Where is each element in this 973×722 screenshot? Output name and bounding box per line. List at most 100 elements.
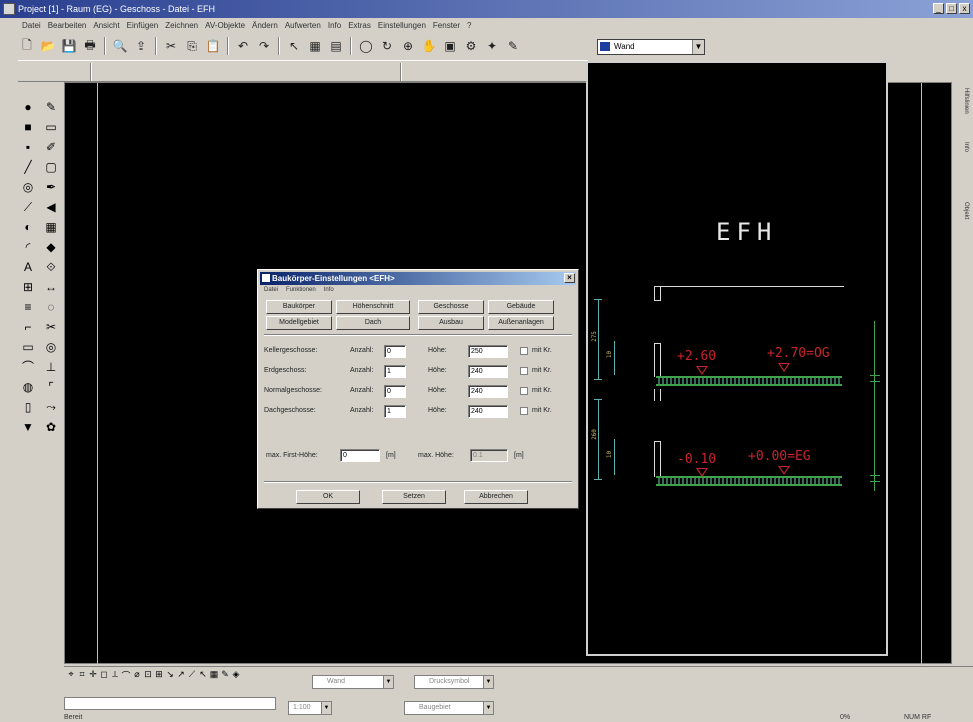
dialog-close-button[interactable]: ×	[564, 273, 575, 283]
chevron-down-icon[interactable]: ▼	[692, 40, 704, 54]
tool-icon[interactable]: ⊞	[18, 278, 38, 297]
tool-icon[interactable]: ◎	[41, 338, 61, 357]
tool-icon[interactable]: ▯	[18, 398, 38, 417]
tool-icon[interactable]: ✒	[41, 178, 61, 197]
chevron-down-icon[interactable]: ▼	[383, 676, 393, 688]
menu-item[interactable]: Ändern	[252, 18, 278, 33]
anzahl-input[interactable]: 0	[384, 385, 406, 398]
snap-icon[interactable]: ↖	[198, 669, 208, 682]
mit-kr-checkbox[interactable]	[520, 367, 528, 375]
tab-ausbau[interactable]: Ausbau	[418, 316, 484, 330]
undo-icon[interactable]: ↶	[234, 37, 252, 55]
ok-button[interactable]: OK	[296, 490, 360, 504]
tool-icon[interactable]: ↔	[41, 278, 61, 297]
tool-icon[interactable]: ▢	[41, 158, 61, 177]
paste-icon[interactable]: 📋	[204, 37, 222, 55]
area-combo[interactable]: Baugebiet ▼	[404, 701, 494, 715]
tool-icon[interactable]: ✿	[41, 418, 61, 437]
view-icon[interactable]: ▣	[441, 37, 459, 55]
snap-icon[interactable]: ⟂	[110, 669, 120, 682]
tab-gebaeude[interactable]: Gebäude	[488, 300, 554, 314]
snap-icon[interactable]: ⌒	[121, 669, 131, 682]
print-symbol-combo[interactable]: Drucksymbol ▼	[414, 675, 494, 689]
snap-icon[interactable]: ⊞	[154, 669, 164, 682]
tool-icon[interactable]: A	[18, 258, 38, 277]
cancel-button[interactable]: Abbrechen	[464, 490, 528, 504]
tool-icon[interactable]: ⟐	[41, 258, 61, 277]
tab-hilfslinien[interactable]: Hilfslinien	[955, 88, 969, 114]
tool-icon[interactable]: ⟋	[18, 198, 38, 217]
snap-icon[interactable]: ◻	[99, 669, 109, 682]
snap-icon[interactable]: ◈	[231, 669, 241, 682]
tool-icon[interactable]: ◎	[18, 178, 38, 197]
snap-icon[interactable]: ▦	[209, 669, 219, 682]
menu-item[interactable]: Extras	[348, 18, 371, 33]
anzahl-input[interactable]: 1	[384, 365, 406, 378]
tool-icon[interactable]: ⌐	[18, 318, 38, 337]
tool-icon[interactable]: ≡	[18, 298, 38, 317]
menu-item[interactable]: Zeichnen	[165, 18, 198, 33]
command-line-input[interactable]	[64, 697, 276, 710]
tool-icon[interactable]: ◐	[18, 218, 38, 237]
tool-icon[interactable]: ⌜	[41, 378, 61, 397]
tool-icon[interactable]: ◆	[41, 238, 61, 257]
tool-icon[interactable]: ╱	[18, 158, 38, 177]
snap-icon[interactable]: ✎	[220, 669, 230, 682]
menu-item[interactable]: Datei	[22, 18, 41, 33]
redo-icon[interactable]: ↷	[255, 37, 273, 55]
hoehe-input[interactable]: 250	[468, 345, 508, 358]
tab-hoehenschnitt[interactable]: Höhenschnitt	[336, 300, 410, 314]
mit-kr-checkbox[interactable]	[520, 387, 528, 395]
chevron-down-icon[interactable]: ▼	[321, 702, 331, 714]
tool-icon[interactable]: ▭	[18, 338, 38, 357]
print-icon[interactable]: 🖶	[81, 37, 99, 55]
chevron-down-icon[interactable]: ▼	[483, 702, 493, 714]
mit-kr-checkbox[interactable]	[520, 407, 528, 415]
snap-icon[interactable]: ⌖	[66, 669, 76, 682]
settings-icon[interactable]: ⚙	[462, 37, 480, 55]
anzahl-input[interactable]: 1	[384, 405, 406, 418]
tool-icon[interactable]: ◌	[41, 298, 61, 317]
snap-icon[interactable]: ⊡	[143, 669, 153, 682]
tool-icon[interactable]: ⌒	[18, 358, 38, 377]
tab-objekt[interactable]: Objekt	[955, 202, 969, 219]
menu-item[interactable]: Aufwerten	[285, 18, 321, 33]
menu-item[interactable]: Einstellungen	[378, 18, 426, 33]
tab-baukoerper[interactable]: Baukörper	[266, 300, 332, 314]
hoehe-input[interactable]: 240	[468, 365, 508, 378]
layer-combo[interactable]: Wand ▼	[312, 675, 394, 689]
pen-icon[interactable]: ✎	[504, 37, 522, 55]
menu-item[interactable]: ?	[467, 18, 471, 33]
snap-icon[interactable]: ✛	[88, 669, 98, 682]
tool-icon[interactable]: ◜	[18, 238, 38, 257]
tool-icon[interactable]: ▭	[41, 118, 61, 137]
menu-item[interactable]: Einfügen	[127, 18, 159, 33]
snap-icon[interactable]: ⟋	[187, 669, 197, 682]
tab-dach[interactable]: Dach	[336, 316, 410, 330]
cut-icon[interactable]: ✂	[162, 37, 180, 55]
snap-icon[interactable]: ⌀	[132, 669, 142, 682]
save-icon[interactable]: 💾	[60, 37, 78, 55]
zoom-icon[interactable]: ⊕	[399, 37, 417, 55]
tab-info[interactable]: Info	[955, 142, 969, 152]
wizard-icon[interactable]: ✦	[483, 37, 501, 55]
export-icon[interactable]: ⇪	[132, 37, 150, 55]
hoehe-input[interactable]: 240	[468, 405, 508, 418]
menu-item[interactable]: AV-Objekte	[205, 18, 245, 33]
scale-combo[interactable]: 1:100 ▼	[288, 701, 332, 715]
dialog-menu-item[interactable]: Info	[324, 287, 334, 293]
tool-icon[interactable]: ✎	[41, 98, 61, 117]
layer-icon[interactable]: ▤	[327, 37, 345, 55]
tool-icon[interactable]: ◍	[18, 378, 38, 397]
tool-icon[interactable]: ✐	[41, 138, 61, 157]
menu-item[interactable]: Bearbeiten	[48, 18, 87, 33]
hoehe-input[interactable]: 240	[468, 385, 508, 398]
menu-item[interactable]: Info	[328, 18, 341, 33]
tool-icon[interactable]: ▼	[18, 418, 38, 437]
new-icon[interactable]: 🗋	[18, 37, 36, 55]
layer-select[interactable]: Wand ▼	[597, 39, 705, 55]
copy-icon[interactable]: ⎘	[183, 37, 201, 55]
tool-icon[interactable]: ▪	[18, 138, 38, 157]
anzahl-input[interactable]: 0	[384, 345, 406, 358]
tool-icon[interactable]: ◀	[41, 198, 61, 217]
